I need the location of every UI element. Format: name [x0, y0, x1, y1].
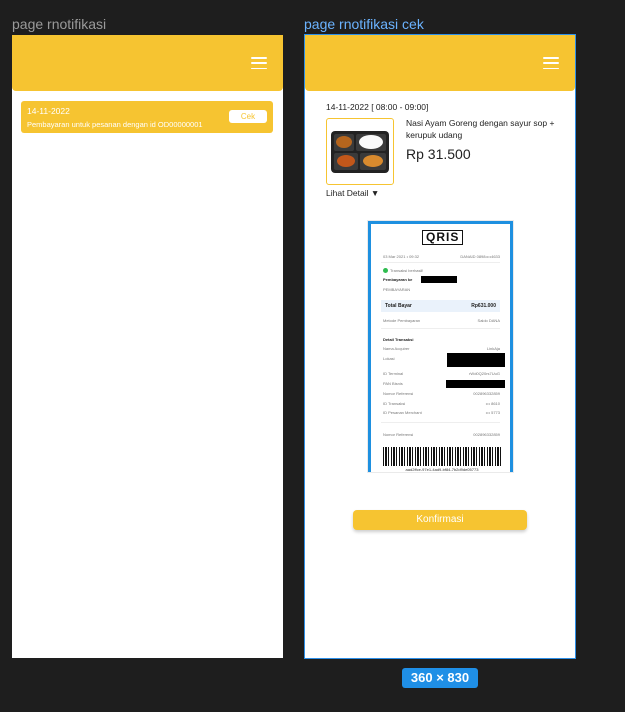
receipt-trx-row: ID Transaksi ••• 8610 [383, 401, 500, 406]
receipt-ref2-label: Nomor Referensi [383, 432, 414, 437]
hamburger-menu-icon[interactable] [251, 57, 267, 69]
divider [381, 422, 500, 423]
food-image [326, 118, 394, 185]
notifikasi-cek-screen: 14-11-2022 [ 08:00 - 09:00] Nasi Ayam Go… [305, 35, 575, 658]
receipt-ref-label: Nomor Referensi [383, 391, 414, 396]
notifikasi-screen: 14-11-2022 Pembayaran untuk pesanan deng… [12, 35, 283, 658]
receipt-method-label: Metode Pembayaran [383, 318, 421, 323]
redacted-location [447, 353, 505, 367]
receipt-total: Total Bayar Rp631.000 [381, 300, 500, 312]
receipt-status: Transaksi berhasil! [390, 268, 424, 273]
receipt-merchant-row: ID Pesanan Merchant ••• 5773 [383, 410, 500, 415]
receipt-ref2-value: 002896332859 [473, 432, 500, 437]
app-bar [305, 35, 575, 91]
receipt-ref-value: 002896332859 [473, 391, 500, 396]
divider [381, 328, 500, 329]
receipt-pan-label: PAN Bisnis [383, 381, 403, 386]
receipt-ref2-row: Nomor Referensi 002896332859 [383, 432, 500, 437]
cek-button[interactable]: Cek [229, 110, 267, 123]
divider [381, 262, 500, 263]
notification-card[interactable]: 14-11-2022 Pembayaran untuk pesanan deng… [21, 101, 273, 133]
receipt-location-label: Lokasi [383, 356, 395, 361]
frame-title-notifikasi-cek: page rnotifikasi cek [304, 16, 424, 32]
frame-title-notifikasi: page rnotifikasi [12, 16, 107, 32]
receipt-trx-label: ID Transaksi [383, 401, 406, 406]
redacted-merchant [421, 276, 457, 283]
receipt-acquirer-label: Nama Acquirer [383, 346, 410, 351]
receipt-method-value: Saldo DANA [477, 318, 500, 323]
notification-date: 14-11-2022 [27, 106, 70, 116]
redacted-pan [446, 380, 505, 388]
receipt-total-value: Rp631.000 [471, 303, 496, 309]
receipt-date: 03 Mar 2021 • 09:32 [383, 254, 420, 259]
receipt-ref-row: Nomor Referensi 002896332859 [383, 391, 500, 396]
receipt-payto-label: Pembayaran ke [383, 277, 413, 282]
receipt-acquirer-value: LinkAja [486, 346, 500, 351]
notification-message: Pembayaran untuk pesanan dengan id OD000… [27, 120, 203, 129]
frame-dimension-badge: 360 × 830 [402, 668, 478, 688]
receipt-acquirer-row: Nama Acquirer LinkAja [383, 346, 500, 351]
order-time: 14-11-2022 [ 08:00 - 09:00] [326, 102, 429, 112]
payment-receipt: QRIS 03 Mar 2021 • 09:32 DANAID 0898••••… [368, 221, 513, 472]
app-bar [12, 35, 283, 91]
receipt-detail-title: Detail Transaksi [383, 337, 414, 342]
receipt-header-row: 03 Mar 2021 • 09:32 DANAID 0898••••4633 [383, 254, 500, 259]
receipt-trx-value: ••• 8610 [485, 401, 500, 406]
barcode-text: aad2ffce-97e1-4ad9-bf84-7b2d9de05773 [405, 467, 479, 472]
receipt-merchant-label: ID Pesanan Merchant [383, 410, 422, 415]
food-price: Rp 31.500 [406, 146, 471, 162]
barcode [383, 447, 501, 466]
receipt-method-row: Metode Pembayaran Saldo DANA [383, 318, 500, 323]
food-name: Nasi Ayam Goreng dengan sayur sop + keru… [406, 118, 555, 140]
receipt-terminal-row: ID Terminal rWd0Q20rs7UuG [383, 371, 500, 376]
receipt-status-row: Transaksi berhasil! [383, 268, 500, 274]
receipt-terminal-value: rWd0Q20rs7UuG [469, 371, 500, 376]
receipt-detail-title-row: Detail Transaksi [383, 337, 500, 342]
lihat-detail-link[interactable]: Lihat Detail ▼ [326, 188, 379, 198]
qris-logo: QRIS [422, 230, 464, 245]
receipt-category-row: PEMBAYARAN [383, 287, 500, 292]
hamburger-menu-icon[interactable] [543, 57, 559, 69]
receipt-account: DANAID 0898••••4633 [460, 254, 500, 259]
konfirmasi-button[interactable]: Konfirmasi [353, 510, 527, 530]
receipt-total-label: Total Bayar [385, 303, 412, 309]
receipt-terminal-label: ID Terminal [383, 371, 404, 376]
receipt-merchant-value: ••• 5773 [485, 410, 500, 415]
check-circle-icon [383, 268, 388, 274]
receipt-category: PEMBAYARAN [383, 287, 411, 292]
